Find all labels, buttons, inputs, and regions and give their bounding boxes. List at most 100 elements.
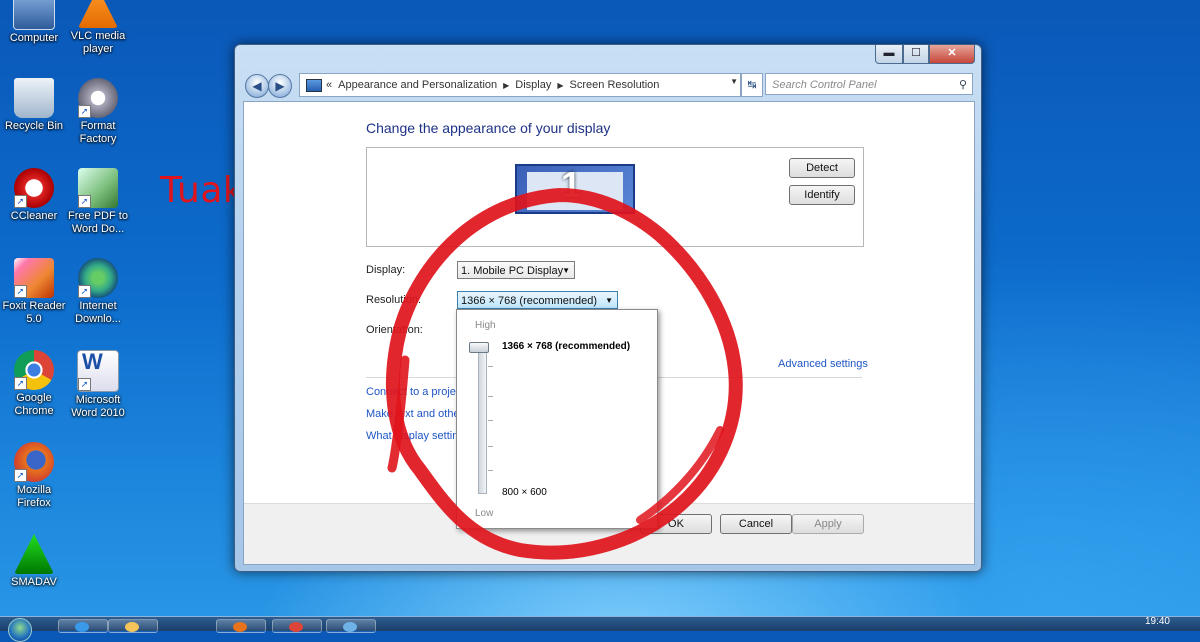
resolution-label: Resolution: bbox=[366, 294, 422, 306]
resolution-dropdown: High 1366 × 768 (recommended) 800 × 600 … bbox=[456, 309, 658, 529]
monitor-icon[interactable]: 1 bbox=[515, 164, 635, 214]
refresh-icon: ↹ bbox=[747, 79, 757, 91]
breadcrumb-overflow[interactable]: « bbox=[326, 79, 332, 91]
format-factory-icon: ➚ bbox=[78, 78, 118, 118]
search-icon[interactable]: ⚲ bbox=[959, 74, 967, 96]
maximize-button[interactable]: ☐ bbox=[903, 45, 929, 64]
resolution-option-bottom[interactable]: 800 × 600 bbox=[502, 487, 547, 498]
address-dropdown-icon[interactable]: ▼ bbox=[730, 77, 738, 86]
desktop-icon-label: SMADAV bbox=[11, 576, 57, 588]
cancel-button[interactable]: Cancel bbox=[720, 514, 792, 534]
navigation-bar: ◀ ▶ « Appearance and Personalization ▶ D… bbox=[243, 73, 973, 98]
control-panel-icon bbox=[343, 622, 357, 632]
chrome-icon bbox=[289, 622, 303, 632]
desktop-icon-idm[interactable]: ➚ Internet Downlo... bbox=[64, 258, 132, 326]
desktop-icon-label: Foxit Reader 5.0 bbox=[2, 300, 66, 325]
desktop-icon-firefox[interactable]: ➚ Mozilla Firefox bbox=[0, 442, 68, 510]
computer-icon bbox=[13, 0, 55, 30]
shortcut-arrow-icon: ➚ bbox=[78, 285, 91, 298]
smadav-icon bbox=[14, 534, 54, 574]
resolution-option-top[interactable]: 1366 × 768 (recommended) bbox=[502, 341, 630, 352]
ccleaner-icon: ➚ bbox=[14, 168, 54, 208]
search-input[interactable]: Search Control Panel ⚲ bbox=[765, 73, 973, 95]
forward-button[interactable]: ▶ bbox=[268, 74, 292, 98]
breadcrumb-separator-icon[interactable]: ▶ bbox=[503, 81, 509, 90]
desktop-icon-label: Internet Downlo... bbox=[75, 300, 121, 325]
arrow-left-icon: ◀ bbox=[252, 79, 262, 93]
chevron-down-icon: ▼ bbox=[605, 296, 613, 305]
caption-buttons: ▬ ☐ ✕ bbox=[875, 45, 975, 64]
resolution-slider-thumb[interactable] bbox=[469, 342, 489, 353]
resolution-select[interactable]: 1366 × 768 (recommended) ▼ bbox=[457, 291, 618, 309]
desktop-icon-pdf-to-word[interactable]: ➚ Free PDF to Word Do... bbox=[64, 168, 132, 236]
breadcrumb-display[interactable]: Display bbox=[515, 79, 551, 91]
foxit-reader-icon: ➚ bbox=[14, 258, 54, 298]
shortcut-arrow-icon: ➚ bbox=[14, 469, 27, 482]
taskbar-ie[interactable] bbox=[58, 619, 108, 633]
chevron-down-icon: ▼ bbox=[562, 266, 570, 275]
resolution-select-value: 1366 × 768 (recommended) bbox=[461, 295, 598, 307]
taskbar-firefox[interactable] bbox=[216, 619, 266, 633]
taskbar: 19:40 bbox=[0, 616, 1200, 642]
start-orb-icon[interactable] bbox=[8, 618, 32, 642]
slider-tick bbox=[488, 470, 493, 471]
breadcrumb-appearance[interactable]: Appearance and Personalization bbox=[338, 79, 497, 91]
taskbar-control-panel[interactable] bbox=[326, 619, 376, 633]
minimize-button[interactable]: ▬ bbox=[875, 45, 903, 64]
page-title: Change the appearance of your display bbox=[366, 120, 611, 136]
address-bar[interactable]: « Appearance and Personalization ▶ Displ… bbox=[299, 73, 741, 97]
folder-icon bbox=[125, 622, 139, 632]
breadcrumb-screen-resolution[interactable]: Screen Resolution bbox=[570, 79, 660, 91]
internet-download-manager-icon: ➚ bbox=[78, 258, 118, 298]
close-button[interactable]: ✕ bbox=[929, 45, 975, 64]
desktop-icon-word[interactable]: W ➚ Microsoft Word 2010 bbox=[64, 350, 132, 420]
shortcut-arrow-icon: ➚ bbox=[14, 377, 27, 390]
identify-button[interactable]: Identify bbox=[789, 185, 855, 205]
recycle-bin-icon bbox=[14, 78, 54, 118]
back-button[interactable]: ◀ bbox=[245, 74, 269, 98]
desktop-icon-smadav[interactable]: SMADAV bbox=[0, 534, 68, 589]
taskbar-clock[interactable]: 19:40 bbox=[1145, 616, 1170, 627]
monitor-preview: 1 Detect Identify bbox=[366, 147, 864, 247]
desktop-icon-label: VLC media player bbox=[70, 30, 126, 55]
vlc-icon bbox=[78, 0, 118, 28]
desktop-icon-chrome[interactable]: ➚ Google Chrome bbox=[0, 350, 68, 418]
desktop-icon-foxit[interactable]: ➚ Foxit Reader 5.0 bbox=[0, 258, 68, 326]
slider-tick bbox=[488, 366, 493, 367]
desktop-icon-label: CCleaner bbox=[10, 210, 58, 222]
shortcut-arrow-icon: ➚ bbox=[78, 105, 91, 118]
desktop-icon-label: Free PDF to Word Do... bbox=[68, 210, 128, 235]
desktop-icon-label: Computer bbox=[9, 32, 59, 44]
slider-tick bbox=[488, 420, 493, 421]
display-select-value: 1. Mobile PC Display bbox=[461, 265, 564, 277]
search-placeholder: Search Control Panel bbox=[772, 79, 877, 91]
apply-button[interactable]: Apply bbox=[792, 514, 864, 534]
monitor-number: 1 bbox=[561, 164, 582, 205]
slider-tick bbox=[488, 396, 493, 397]
desktop-icon-ccleaner[interactable]: ➚ CCleaner bbox=[0, 168, 68, 223]
desktop-icon-label: Recycle Bin bbox=[4, 120, 64, 132]
desktop-icon-recycle-bin[interactable]: Recycle Bin bbox=[0, 78, 68, 133]
desktop-icon-label: Format Factory bbox=[79, 120, 117, 145]
desktop-icon-label: Mozilla Firefox bbox=[16, 484, 52, 509]
resolution-slider-track[interactable] bbox=[478, 346, 487, 494]
desktop-icon-label: Microsoft Word 2010 bbox=[71, 394, 125, 419]
taskbar-explorer[interactable] bbox=[108, 619, 158, 633]
chrome-icon: ➚ bbox=[14, 350, 54, 390]
orientation-label: Orientation: bbox=[366, 324, 423, 336]
desktop-icon-vlc[interactable]: VLC media player bbox=[64, 0, 132, 56]
detect-button[interactable]: Detect bbox=[789, 158, 855, 178]
high-label: High bbox=[475, 320, 496, 331]
control-panel-icon bbox=[306, 78, 322, 92]
breadcrumb-separator-icon[interactable]: ▶ bbox=[557, 81, 563, 90]
refresh-button[interactable]: ↹ bbox=[741, 73, 763, 97]
taskbar-chrome[interactable] bbox=[272, 619, 322, 633]
low-label: Low bbox=[475, 508, 494, 519]
display-select[interactable]: 1. Mobile PC Display ▼ bbox=[457, 261, 575, 279]
shortcut-arrow-icon: ➚ bbox=[78, 195, 91, 208]
internet-explorer-icon bbox=[75, 622, 89, 632]
desktop-icon-computer[interactable]: Computer bbox=[0, 0, 68, 45]
slider-tick bbox=[488, 446, 493, 447]
advanced-settings-link[interactable]: Advanced settings bbox=[778, 358, 868, 370]
desktop-icon-format-factory[interactable]: ➚ Format Factory bbox=[64, 78, 132, 146]
